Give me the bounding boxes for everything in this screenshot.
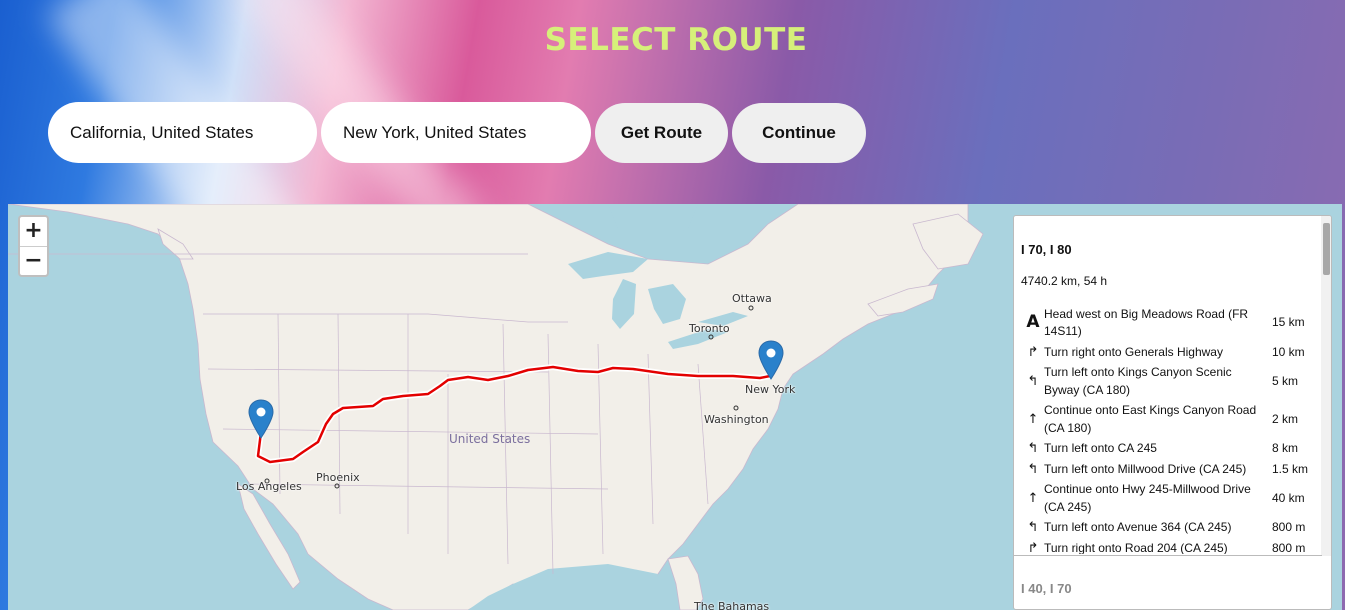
turn-left-icon: ↰ [1027,373,1039,389]
map-view[interactable]: Ottawa Toronto New York Washington Los A… [8,204,1342,610]
direction-step[interactable]: ↑ Continue onto Hwy 245-Millwood Drive (… [1022,480,1312,518]
depart-icon: A [1026,312,1040,333]
route-name[interactable]: I 70, I 80 [1021,242,1072,257]
scrollbar-thumb[interactable] [1323,223,1330,275]
city-label-washington: Washington [704,413,769,426]
direction-step[interactable]: ↑ Continue onto East Kings Canyon Road (… [1022,401,1312,439]
origin-input[interactable] [48,102,317,163]
divider [1014,555,1322,556]
directions-scrollbar[interactable] [1321,216,1331,556]
turn-right-icon: ↱ [1027,344,1039,360]
city-label-phoenix: Phoenix [316,471,360,484]
zoom-control: + − [18,215,49,277]
direction-step[interactable]: A Head west on Big Meadows Road (FR 14S1… [1022,304,1312,342]
get-route-button[interactable]: Get Route [595,103,728,163]
directions-panel[interactable]: I 70, I 80 4740.2 km, 54 h A Head west o… [1013,215,1332,610]
city-label-los-angeles: Los Angeles [236,480,302,493]
direction-step[interactable]: ↰ Turn left onto Kings Canyon Scenic Byw… [1022,363,1312,401]
country-label: United States [449,432,531,446]
turn-left-icon: ↰ [1027,461,1039,477]
page-title: SELECT ROUTE [544,22,808,58]
direction-step[interactable]: ↰ Turn left onto Avenue 364 (CA 245) 800… [1022,518,1312,539]
direction-step[interactable]: ↱ Turn right onto Generals Highway 10 km [1022,342,1312,363]
city-label-ottawa: Ottawa [732,292,772,305]
direction-step[interactable]: ↰ Turn left onto Millwood Drive (CA 245)… [1022,459,1312,480]
turn-left-icon: ↰ [1027,520,1039,535]
direction-step[interactable]: ↱ Turn right onto Road 204 (CA 245) 800 … [1022,538,1312,555]
city-label-new-york: New York [745,383,796,396]
land-mass [8,204,969,610]
city-label-toronto: Toronto [689,322,730,335]
direction-step[interactable]: ↰ Turn left onto CA 245 8 km [1022,439,1312,460]
route-summary: 4740.2 km, 54 h [1021,274,1108,288]
turn-right-icon: ↱ [1027,540,1039,555]
city-label-the-bahamas: The Bahamas [694,600,770,610]
zoom-in-button[interactable]: + [20,217,47,247]
turn-left-icon: ↰ [1027,441,1039,456]
alternative-route-name[interactable]: I 40, I 70 [1021,581,1072,596]
destination-input[interactable] [321,102,591,163]
straight-icon: ↑ [1027,490,1039,506]
zoom-out-button[interactable]: − [20,247,47,276]
directions-steps: A Head west on Big Meadows Road (FR 14S1… [1022,304,1312,555]
straight-icon: ↑ [1027,411,1039,427]
continue-button[interactable]: Continue [732,103,866,163]
